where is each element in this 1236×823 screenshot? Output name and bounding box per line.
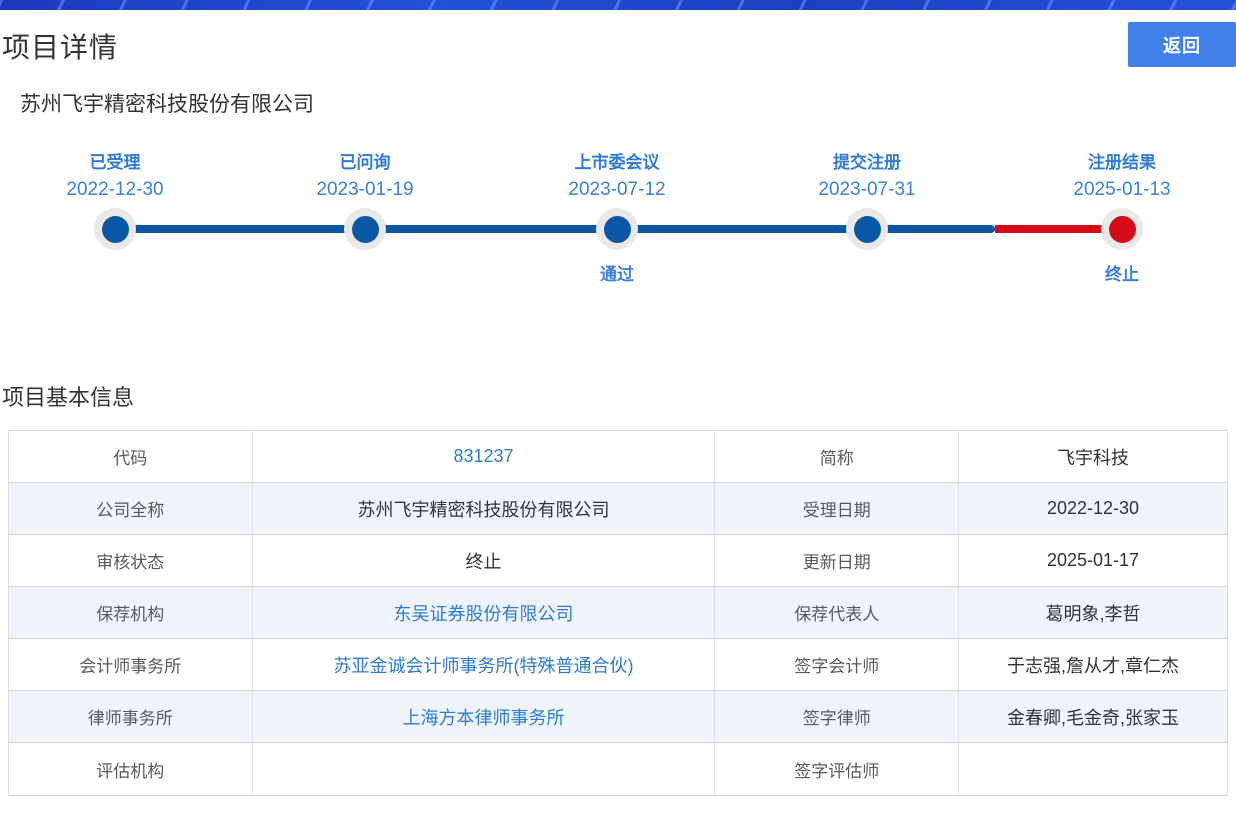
timeline-stage-label: 已受理 2022-12-30	[0, 148, 240, 201]
info-label-cell: 受理日期	[715, 483, 959, 534]
info-label-cell: 律师事务所	[9, 691, 253, 742]
timeline-stage-name: 提交注册	[742, 148, 992, 173]
timeline-stage-status: 终止	[997, 260, 1236, 285]
info-value-cell: 2025-01-17	[959, 535, 1227, 586]
timeline-stage-date: 2022-12-30	[0, 179, 240, 201]
info-value-cell: 金春卿,毛金奇,张家玉	[959, 691, 1227, 742]
info-label-cell: 更新日期	[715, 535, 959, 586]
timeline-stage-date: 2025-01-13	[997, 179, 1236, 201]
timeline-node-dot-blue	[604, 216, 631, 243]
review-timeline: 已受理 2022-12-30已问询 2023-01-19上市委会议 2023-07-1…	[0, 0, 1236, 330]
timeline-stage-label: 注册结果 2025-01-13	[997, 148, 1236, 201]
timeline-node-dot-red	[1109, 216, 1136, 243]
info-label-cell: 公司全称	[9, 483, 253, 534]
timeline-stage-label: 提交注册 2023-07-31	[742, 148, 992, 201]
basic-info-heading: 项目基本信息	[2, 380, 134, 412]
info-label-cell: 代码	[9, 431, 253, 482]
table-row: 公司全称苏州飞宇精密科技股份有限公司受理日期2022-12-30	[9, 483, 1227, 535]
info-label-cell: 简称	[715, 431, 959, 482]
info-value-cell: 葛明象,李哲	[959, 587, 1227, 638]
info-label-cell: 评估机构	[9, 743, 253, 795]
info-value-cell	[253, 743, 716, 795]
info-value-cell: 2022-12-30	[959, 483, 1227, 534]
info-link-cell[interactable]: 东吴证券股份有限公司	[253, 587, 716, 638]
info-label-cell: 审核状态	[9, 535, 253, 586]
table-row: 审核状态终止更新日期2025-01-17	[9, 535, 1227, 587]
info-link-cell[interactable]: 831237	[253, 431, 716, 482]
timeline-stage-date: 2023-07-12	[492, 179, 742, 201]
timeline-stage-date: 2023-07-31	[742, 179, 992, 201]
timeline-stage-name: 已问询	[240, 148, 490, 173]
table-row: 代码831237简称飞宇科技	[9, 431, 1227, 483]
info-value-cell: 苏州飞宇精密科技股份有限公司	[253, 483, 716, 534]
table-row: 评估机构 签字评估师	[9, 743, 1227, 795]
timeline-stage-name: 注册结果	[997, 148, 1236, 173]
info-label-cell: 签字会计师	[715, 639, 959, 690]
timeline-node-dot-blue	[854, 216, 881, 243]
info-label-cell: 保荐机构	[9, 587, 253, 638]
info-value-cell: 于志强,詹从才,章仁杰	[959, 639, 1227, 690]
info-label-cell: 保荐代表人	[715, 587, 959, 638]
project-detail-page: 项目详情 返回 苏州飞宇精密科技股份有限公司 已受理2022-12-30已问询2…	[0, 0, 1236, 823]
info-value-cell: 飞宇科技	[959, 431, 1227, 482]
table-row: 律师事务所上海方本律师事务所签字律师金春卿,毛金奇,张家玉	[9, 691, 1227, 743]
info-link-cell[interactable]: 苏亚金诚会计师事务所(特殊普通合伙)	[253, 639, 716, 690]
table-row: 会计师事务所苏亚金诚会计师事务所(特殊普通合伙)签字会计师于志强,詹从才,章仁杰	[9, 639, 1227, 691]
info-link-cell[interactable]: 上海方本律师事务所	[253, 691, 716, 742]
timeline-stage-label: 上市委会议 2023-07-12	[492, 148, 742, 201]
info-label-cell: 签字评估师	[715, 743, 959, 795]
timeline-stage-status: 通过	[492, 260, 742, 285]
info-value-cell	[959, 743, 1227, 795]
timeline-node-dot-blue	[352, 216, 379, 243]
info-label-cell: 会计师事务所	[9, 639, 253, 690]
info-label-cell: 签字律师	[715, 691, 959, 742]
table-row: 保荐机构东吴证券股份有限公司保荐代表人葛明象,李哲	[9, 587, 1227, 639]
timeline-stage-label: 已问询 2023-01-19	[240, 148, 490, 201]
basic-info-table: 代码831237简称飞宇科技公司全称苏州飞宇精密科技股份有限公司受理日期2022…	[8, 430, 1228, 796]
timeline-stage-name: 已受理	[0, 148, 240, 173]
timeline-stage-date: 2023-01-19	[240, 179, 490, 201]
timeline-stage-name: 上市委会议	[492, 148, 742, 173]
timeline-node-dot-blue	[102, 216, 129, 243]
info-value-cell: 终止	[253, 535, 716, 586]
